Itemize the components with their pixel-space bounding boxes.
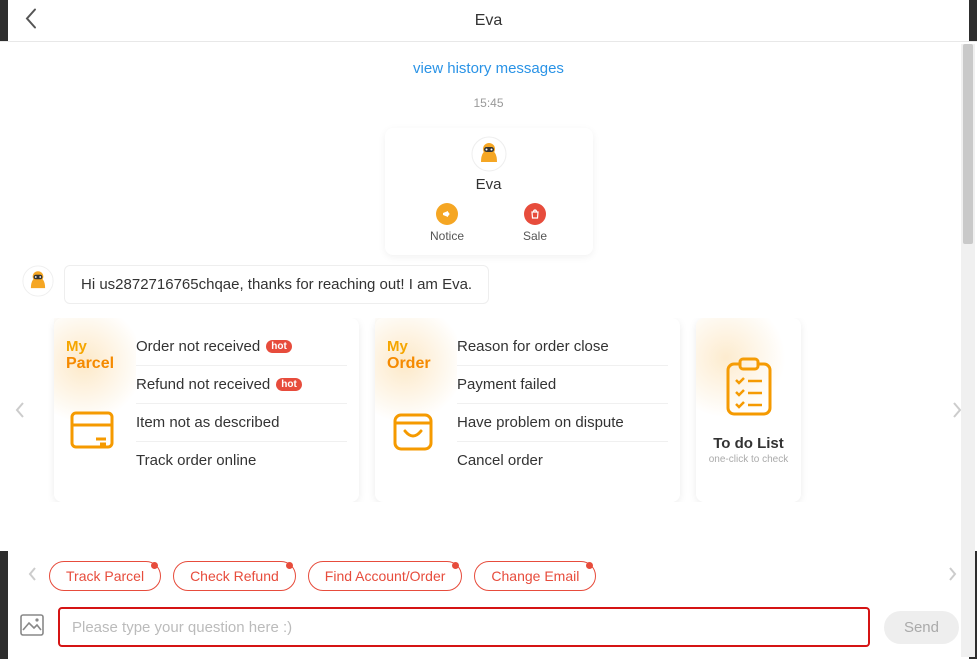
help-item-label: Refund not received bbox=[136, 376, 270, 393]
hot-badge: hot bbox=[266, 340, 292, 353]
suggestion-chip[interactable]: Track Parcel bbox=[49, 561, 161, 591]
todo-list-card[interactable]: To do List one-click to check bbox=[696, 318, 801, 502]
card-category: MyParcel bbox=[54, 318, 136, 502]
help-item-label: Item not as described bbox=[136, 414, 279, 431]
bot-action-label: Notice bbox=[430, 229, 464, 243]
help-item[interactable]: Have problem on dispute bbox=[457, 404, 668, 442]
category-line2: Order bbox=[387, 355, 447, 373]
page-title: Eva bbox=[475, 12, 503, 30]
suggestion-chip[interactable]: Find Account/Order bbox=[308, 561, 463, 591]
help-item-label: Track order online bbox=[136, 452, 256, 469]
megaphone-icon bbox=[436, 203, 458, 225]
bag-icon bbox=[524, 203, 546, 225]
help-item[interactable]: Item not as described bbox=[136, 404, 347, 442]
shopping-bag-icon bbox=[387, 403, 447, 460]
suggestions-bar: Track Parcel Check Refund Find Account/Ord… bbox=[0, 551, 977, 601]
help-item[interactable]: Track order online bbox=[136, 442, 347, 479]
attach-image-button[interactable] bbox=[20, 614, 44, 641]
bot-action-sale[interactable]: Sale bbox=[523, 203, 547, 243]
help-item[interactable]: Reason for order close bbox=[457, 328, 668, 366]
suggestion-label: Track Parcel bbox=[66, 568, 144, 584]
suggestions-prev-button[interactable] bbox=[28, 567, 37, 586]
bot-avatar-small-icon bbox=[22, 265, 54, 297]
bot-intro-card: Eva Notice Sale bbox=[385, 128, 593, 255]
bot-name: Eva bbox=[385, 176, 593, 193]
message-input-wrap bbox=[58, 607, 870, 647]
help-item[interactable]: Refund not received hot bbox=[136, 366, 347, 404]
notification-dot-icon bbox=[286, 562, 293, 569]
suggestion-chip[interactable]: Check Refund bbox=[173, 561, 296, 591]
bot-action-label: Sale bbox=[523, 229, 547, 243]
help-cards-strip: MyParcelOrder not receivedhotRefund not … bbox=[0, 318, 977, 502]
header: Eva bbox=[0, 0, 977, 42]
chevron-left-icon bbox=[24, 7, 38, 29]
category-line1: My bbox=[66, 338, 126, 355]
chevron-right-icon bbox=[948, 567, 957, 581]
cards-prev-button[interactable] bbox=[8, 401, 32, 419]
send-button[interactable]: Send bbox=[884, 611, 959, 644]
card-items: Reason for order close Payment failed Have… bbox=[457, 318, 680, 502]
suggestion-label: Check Refund bbox=[190, 568, 279, 584]
timestamp: 15:45 bbox=[0, 96, 977, 110]
message-input[interactable] bbox=[72, 619, 856, 636]
bot-actions: Notice Sale bbox=[385, 203, 593, 243]
notification-dot-icon bbox=[151, 562, 158, 569]
scrollbar-track[interactable] bbox=[961, 44, 975, 657]
help-card-parcel: MyParcelOrder not receivedhotRefund not … bbox=[54, 318, 359, 502]
bot-avatar-icon bbox=[471, 136, 507, 172]
back-button[interactable] bbox=[24, 7, 38, 34]
suggestion-label: Change Email bbox=[491, 568, 579, 584]
help-card-order: MyOrderReason for order closePayment fai… bbox=[375, 318, 680, 502]
help-item-label: Order not received bbox=[136, 338, 260, 355]
hot-badge: hot bbox=[276, 378, 302, 391]
chat-area: view history messages 15:45 Eva bbox=[0, 42, 977, 551]
image-icon bbox=[20, 614, 44, 636]
view-history-link[interactable]: view history messages bbox=[413, 60, 564, 77]
help-item-label: Have problem on dispute bbox=[457, 414, 624, 431]
todo-title: To do List bbox=[713, 435, 784, 452]
bot-action-notice[interactable]: Notice bbox=[430, 203, 464, 243]
bot-message-row: Hi us2872716765chqae, thanks for reachin… bbox=[0, 265, 977, 304]
notification-dot-icon bbox=[586, 562, 593, 569]
help-item[interactable]: Cancel order bbox=[457, 442, 668, 479]
todo-subtitle: one-click to check bbox=[709, 454, 788, 465]
history-link-row: view history messages bbox=[0, 60, 977, 78]
parcel-box-icon bbox=[66, 403, 126, 460]
card-category: MyOrder bbox=[375, 318, 457, 502]
suggestions-next-button[interactable] bbox=[948, 567, 957, 586]
help-item-label: Payment failed bbox=[457, 376, 556, 393]
help-item-label: Cancel order bbox=[457, 452, 543, 469]
scrollbar-thumb[interactable] bbox=[963, 44, 973, 244]
input-bar: Send bbox=[0, 601, 977, 659]
help-item[interactable]: Payment failed bbox=[457, 366, 668, 404]
bot-greeting-message: Hi us2872716765chqae, thanks for reachin… bbox=[64, 265, 489, 304]
category-line2: Parcel bbox=[66, 355, 126, 373]
help-item-label: Reason for order close bbox=[457, 338, 609, 355]
chevron-left-icon bbox=[15, 401, 25, 419]
category-line1: My bbox=[387, 338, 447, 355]
suggestion-label: Find Account/Order bbox=[325, 568, 446, 584]
card-items: Order not receivedhotRefund not received… bbox=[136, 318, 359, 502]
chevron-left-icon bbox=[28, 567, 37, 581]
notification-dot-icon bbox=[452, 562, 459, 569]
suggestion-chip[interactable]: Change Email bbox=[474, 561, 596, 591]
help-item[interactable]: Order not received hot bbox=[136, 328, 347, 366]
